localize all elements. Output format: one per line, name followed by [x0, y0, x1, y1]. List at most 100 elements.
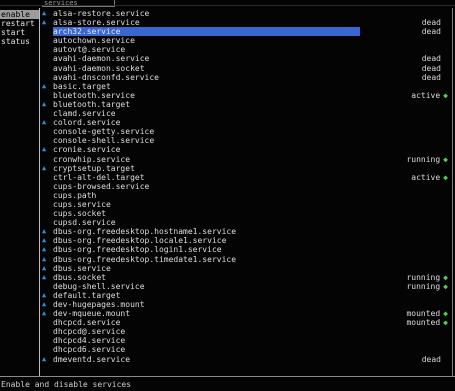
- service-name: clamd.service: [53, 109, 116, 119]
- status-dot-icon: ◆: [443, 154, 448, 164]
- service-row[interactable]: ▲ dbus-org.freedesktop.timedate1.service: [42, 255, 452, 264]
- service-name: dbus-org.freedesktop.login1.service: [53, 245, 222, 255]
- service-name: console-getty.service: [53, 127, 155, 137]
- pane-divider: [39, 8, 40, 376]
- menu-item-status[interactable]: status: [0, 37, 39, 46]
- service-row[interactable]: cupsd.service: [42, 218, 452, 227]
- service-row[interactable]: clamd.service: [42, 109, 452, 118]
- service-name: alsa-restore.service: [53, 9, 150, 18]
- service-row[interactable]: ▲ cryptsetup.target: [42, 164, 452, 173]
- status-dot-icon: ◆: [443, 272, 448, 282]
- service-row[interactable]: ▲ basic.target: [42, 82, 452, 91]
- service-row[interactable]: dhcpcd4.service: [42, 336, 452, 345]
- service-row[interactable]: ▲ dbus-org.freedesktop.hostname1.service: [42, 227, 452, 236]
- enabled-marker-icon: ▲: [42, 163, 47, 172]
- menu-item-start[interactable]: start: [0, 28, 39, 37]
- service-row[interactable]: autovt@.service: [42, 45, 452, 54]
- service-status-text: active: [411, 90, 441, 100]
- service-status-text: dead: [421, 354, 441, 364]
- service-name: console-shell.service: [53, 136, 155, 146]
- service-row[interactable]: cronwhip.service running ◆: [42, 155, 452, 164]
- service-name: dhcpcd4.service: [53, 336, 126, 346]
- service-row[interactable]: ▲ cronie.service: [42, 145, 452, 154]
- service-status-text: dead: [421, 18, 441, 28]
- service-row[interactable]: cups-browsed.service: [42, 182, 452, 191]
- service-row[interactable]: cups.path: [42, 191, 452, 200]
- service-status-text: running: [406, 272, 441, 282]
- service-status: dead: [422, 27, 441, 36]
- enabled-marker-icon: ▲: [42, 309, 47, 318]
- service-status-text: dead: [421, 54, 441, 64]
- service-row[interactable]: cups.service: [42, 200, 452, 209]
- service-name: dmeventd.service: [53, 354, 131, 364]
- service-status: dead: [422, 355, 441, 364]
- service-row[interactable]: dhcpcd6.service: [42, 345, 452, 354]
- top-border: [0, 5, 455, 6]
- service-row[interactable]: console-shell.service: [42, 136, 452, 145]
- service-list: ▲ alsa-restore.service ▲ alsa-store.service…: [42, 9, 452, 364]
- service-row[interactable]: ▲ alsa-restore.service: [42, 9, 452, 18]
- status-dot-icon: ◆: [443, 281, 448, 291]
- service-row[interactable]: ▲ alsa-store.service dead: [42, 18, 452, 27]
- service-row[interactable]: ▲ default.target: [42, 291, 452, 300]
- enabled-marker-icon: ▲: [42, 81, 47, 90]
- service-name: cups.path: [53, 190, 97, 200]
- service-status: active ◆: [411, 91, 448, 100]
- service-status-text: running: [406, 154, 441, 164]
- menu-item-restart[interactable]: restart: [0, 19, 39, 28]
- status-dot-icon: ◆: [443, 309, 448, 319]
- service-status-text: dead: [421, 72, 441, 82]
- service-status: running ◆: [406, 155, 448, 164]
- service-name: dev-mqueue.mount: [53, 309, 131, 319]
- service-name: autochown.service: [53, 36, 135, 46]
- service-row[interactable]: ▲ colord.service: [42, 118, 452, 127]
- service-name: avahi-daemon.service: [53, 54, 150, 64]
- service-status: dead: [422, 54, 441, 63]
- enabled-marker-icon: ▲: [42, 254, 47, 263]
- service-status: running ◆: [406, 282, 448, 291]
- service-name: cronwhip.service: [53, 154, 131, 164]
- service-name: dbus.socket: [53, 272, 106, 282]
- service-row[interactable]: avahi-daemon.socket dead: [42, 64, 452, 73]
- service-row[interactable]: ▲ dmeventd.service dead: [42, 355, 452, 364]
- terminal-window: services enable restart start status ▲ al…: [0, 0, 455, 391]
- service-name: avahi-dnsconfd.service: [53, 72, 159, 82]
- service-row[interactable]: avahi-daemon.service dead: [42, 54, 452, 63]
- service-name: cups.service: [53, 199, 111, 209]
- service-row[interactable]: bluetooth.service active ◆: [42, 91, 452, 100]
- service-name: default.target: [53, 290, 121, 300]
- frame-right-border: [452, 8, 453, 376]
- status-bar-hint: Enable and disable services: [1, 380, 132, 389]
- service-row[interactable]: cups.socket: [42, 209, 452, 218]
- menu-item-enable[interactable]: enable: [0, 10, 39, 19]
- service-status-text: running: [406, 281, 441, 291]
- service-row[interactable]: ▲ dbus-org.freedesktop.locale1.service: [42, 236, 452, 245]
- enabled-marker-icon: ▲: [42, 227, 47, 236]
- service-name: dhcpcd@.service: [53, 327, 126, 337]
- service-row[interactable]: arch32.service dead: [42, 27, 452, 37]
- service-name: dhcpcd6.service: [53, 345, 126, 355]
- service-row[interactable]: ▲ dbus.service: [42, 264, 452, 273]
- service-name: cryptsetup.target: [53, 163, 135, 173]
- status-dot-icon: ◆: [443, 90, 448, 100]
- service-status-text: mounted: [406, 318, 441, 328]
- enabled-marker-icon: ▲: [42, 300, 47, 308]
- service-row[interactable]: dhcpcd@.service: [42, 327, 452, 336]
- service-status: dead: [422, 18, 441, 27]
- service-row[interactable]: avahi-dnsconfd.service dead: [42, 73, 452, 82]
- service-row[interactable]: ▲ dev-hugepages.mount: [42, 300, 452, 309]
- service-row[interactable]: ▲ dev-mqueue.mount mounted ◆: [42, 309, 452, 318]
- enabled-marker-icon: ▲: [42, 290, 47, 299]
- service-status: dead: [422, 64, 441, 73]
- service-row[interactable]: console-getty.service: [42, 127, 452, 136]
- service-status: running ◆: [406, 273, 448, 282]
- service-row[interactable]: dhcpcd.service mounted ◆: [42, 318, 452, 327]
- service-row[interactable]: debug-shell.service running ◆: [42, 282, 452, 291]
- service-row[interactable]: autochown.service: [42, 36, 452, 45]
- enabled-marker-icon: ▲: [42, 118, 47, 127]
- service-row[interactable]: ▲ bluetooth.target: [42, 100, 452, 109]
- service-row[interactable]: ▲ dbus-org.freedesktop.login1.service: [42, 245, 452, 254]
- service-row[interactable]: ctrl-alt-del.target active ◆: [42, 173, 452, 182]
- service-name: alsa-store.service: [53, 18, 140, 28]
- service-row[interactable]: ▲ dbus.socket running ◆: [42, 273, 452, 282]
